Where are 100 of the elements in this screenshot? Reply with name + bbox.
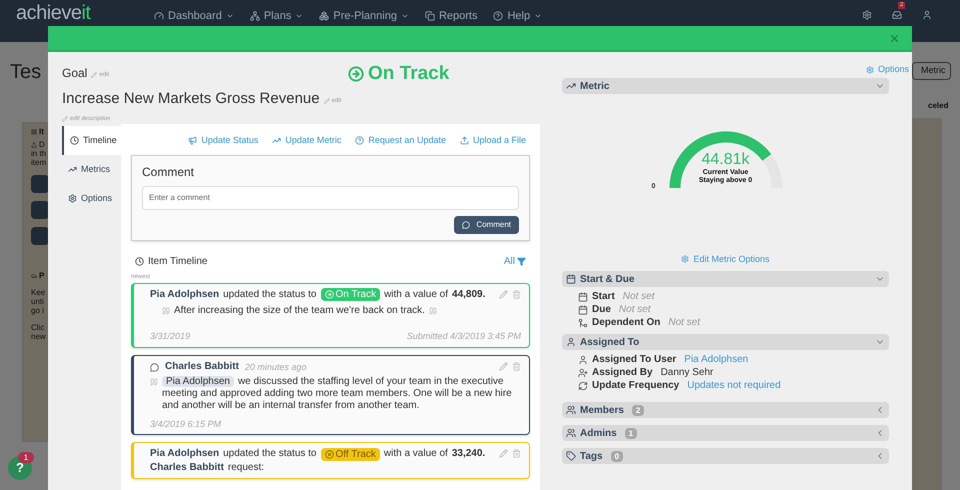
author-name[interactable]: Charles Babbitt bbox=[165, 360, 239, 374]
quote-icon bbox=[150, 378, 158, 386]
help-icon bbox=[493, 11, 504, 22]
section-header[interactable]: Admins 1 bbox=[562, 425, 889, 441]
user-icon bbox=[578, 354, 588, 364]
pencil-icon bbox=[62, 116, 68, 122]
inbox-icon[interactable] bbox=[892, 10, 902, 20]
arrow-circle-icon bbox=[324, 290, 334, 299]
metric-button[interactable]: Metric bbox=[912, 62, 950, 80]
field-label: Update Frequency bbox=[592, 379, 680, 393]
section-header[interactable]: Assigned To bbox=[562, 334, 889, 350]
update-text: updated the status to bbox=[223, 288, 316, 302]
side-tab[interactable]: Metrics bbox=[62, 155, 121, 184]
edit-icon[interactable] bbox=[499, 362, 508, 371]
copy-icon bbox=[424, 11, 435, 22]
action-link[interactable]: Request an Update bbox=[355, 134, 446, 148]
field-label: Start bbox=[592, 290, 615, 304]
section-title: Tags bbox=[580, 450, 603, 464]
nav-menu-item[interactable]: Pre-Planning bbox=[319, 8, 409, 24]
panel-text: Clic bbox=[31, 323, 46, 332]
update-text: updated the status to bbox=[223, 447, 316, 461]
car-icon bbox=[31, 272, 37, 278]
list-button[interactable] bbox=[31, 227, 49, 245]
quote-text: After increasing the size of the team we're back on track. bbox=[174, 304, 425, 318]
section-header[interactable]: Tags 0 bbox=[562, 448, 889, 464]
section-title: Admins bbox=[580, 426, 617, 440]
calendar-icon bbox=[578, 292, 588, 302]
upload-icon bbox=[460, 136, 469, 146]
delete-icon[interactable] bbox=[512, 449, 521, 458]
entry-date: 3/31/2019 bbox=[150, 330, 190, 342]
value: 44,809. bbox=[452, 288, 486, 302]
share-icon bbox=[31, 142, 37, 148]
field-label: Assigned To User bbox=[592, 353, 676, 367]
action-link[interactable]: Upload a File bbox=[460, 134, 526, 148]
comment-icon bbox=[462, 220, 470, 228]
value: 33,240. bbox=[452, 447, 486, 461]
close-icon[interactable] bbox=[889, 32, 900, 44]
chart-icon bbox=[566, 81, 576, 91]
item-type: Goal bbox=[62, 65, 88, 82]
field-value: Danny Sehr bbox=[660, 366, 714, 380]
section-header[interactable]: Start & Due bbox=[562, 271, 889, 287]
nav-menu-item[interactable]: Dashboard bbox=[154, 8, 234, 24]
author-name[interactable]: Pia Adolphsen bbox=[150, 447, 220, 461]
edit-icon[interactable] bbox=[499, 290, 508, 298]
panel-text: item bbox=[31, 158, 47, 167]
field-label: Due bbox=[592, 303, 611, 317]
filter-link[interactable]: All bbox=[504, 254, 526, 268]
item-title: Increase New Markets Gross Revenue bbox=[62, 89, 320, 109]
gauge-icon bbox=[154, 11, 164, 22]
delete-icon[interactable] bbox=[512, 362, 521, 371]
mention-tag[interactable]: Pia Adolphsen bbox=[162, 376, 234, 387]
nav-menu-item[interactable]: Reports bbox=[424, 8, 478, 24]
pencil-icon bbox=[324, 98, 330, 104]
settings-icon bbox=[681, 255, 690, 264]
section-title: Metric bbox=[580, 80, 610, 94]
gauge-value: 44.81k bbox=[701, 152, 750, 168]
section-header[interactable]: Metric bbox=[562, 78, 889, 94]
panel-text: go i bbox=[31, 306, 45, 315]
calendar-icon bbox=[578, 304, 588, 314]
settings-icon[interactable] bbox=[862, 10, 872, 20]
delete-icon[interactable] bbox=[512, 290, 521, 298]
chart-icon bbox=[68, 165, 77, 174]
list-button[interactable] bbox=[31, 175, 49, 193]
panel-text: unti bbox=[31, 297, 45, 306]
branch-icon bbox=[578, 318, 588, 328]
comment-input[interactable]: Enter a comment bbox=[142, 186, 519, 210]
request-text: request: bbox=[228, 461, 264, 474]
panel-text: new bbox=[31, 332, 47, 341]
panel-title: It bbox=[39, 127, 44, 136]
nav-menu-item[interactable]: Help bbox=[493, 8, 542, 24]
entry-date: 3/4/2019 6:15 PM bbox=[150, 419, 222, 429]
requester-name[interactable]: Charles Babbitt bbox=[150, 461, 224, 474]
help-badge: 1 bbox=[18, 452, 34, 463]
logo[interactable]: achieveit bbox=[16, 3, 142, 23]
list-button[interactable] bbox=[31, 201, 49, 219]
clock-icon bbox=[135, 256, 144, 266]
status-label: celed bbox=[928, 100, 948, 112]
comment-button[interactable]: Comment bbox=[454, 216, 519, 234]
quote-icon bbox=[428, 306, 437, 314]
tag-icon bbox=[566, 451, 576, 461]
action-link[interactable]: Update Status bbox=[188, 134, 258, 148]
side-tab[interactable]: Timeline bbox=[62, 126, 121, 155]
field-value: Not set bbox=[668, 316, 700, 330]
side-tab[interactable]: Options bbox=[62, 184, 121, 213]
section-title: Members bbox=[580, 404, 624, 418]
count-badge: 2 bbox=[632, 404, 644, 416]
user-plus-icon bbox=[578, 368, 588, 378]
comment-icon bbox=[150, 362, 159, 372]
author-name[interactable]: Pia Adolphsen bbox=[150, 288, 220, 302]
grid-icon bbox=[31, 128, 37, 134]
section-header[interactable]: Members 2 bbox=[562, 402, 889, 418]
nav-menu-item[interactable]: Plans bbox=[250, 8, 304, 24]
action-link[interactable]: Update Metric bbox=[272, 134, 342, 148]
section-title: Start & Due bbox=[580, 272, 634, 286]
edit-icon[interactable] bbox=[499, 449, 508, 458]
quote-icon bbox=[162, 306, 170, 314]
sitemap-icon bbox=[250, 11, 260, 22]
field-label: Assigned By bbox=[592, 366, 653, 380]
user-icon bbox=[566, 337, 576, 347]
user-icon[interactable] bbox=[922, 10, 932, 20]
